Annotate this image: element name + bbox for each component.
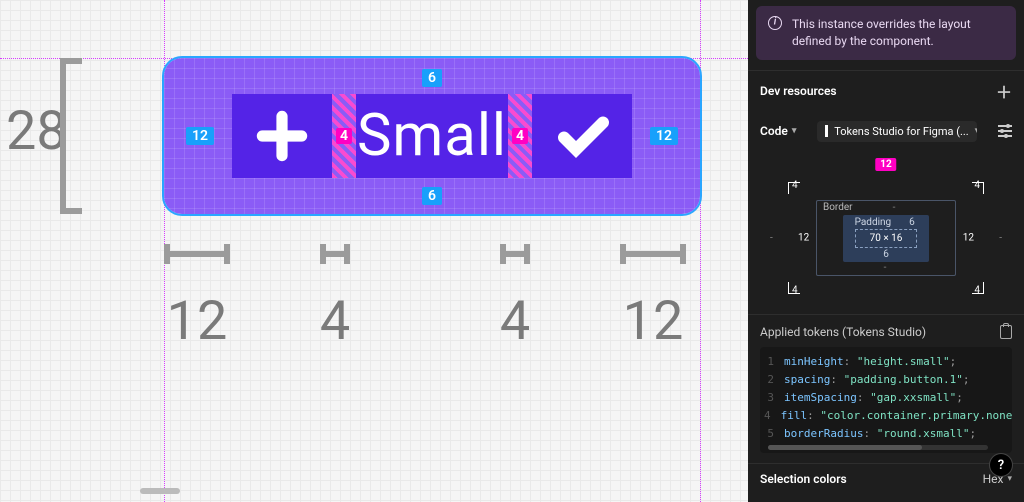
info-icon <box>768 16 782 30</box>
padding-left-badge: 12 <box>186 127 214 145</box>
chevron-down-icon: ▾ <box>1007 474 1012 484</box>
canvas-horizontal-scrollbar[interactable] <box>140 488 180 494</box>
width-label-2: 4 <box>320 290 350 353</box>
box-model-outer-right-dash: - <box>999 232 1002 243</box>
design-canvas[interactable]: 28 6 6 12 12 4 Small 4 <box>0 0 748 502</box>
box-model-padding-bottom: 6 <box>883 249 889 260</box>
override-notice: This instance overrides the layout defin… <box>756 6 1016 60</box>
chevron-down-icon: ▾ <box>975 126 978 136</box>
help-button[interactable]: ? <box>990 454 1012 476</box>
applied-tokens-code[interactable]: 1minHeight: "height.small"; 2spacing: "p… <box>760 347 1012 453</box>
width-bracket-2 <box>320 244 350 264</box>
padding-top-badge: 6 <box>422 69 442 87</box>
code-source-dropdown[interactable]: Tokens Studio for Figma (... ▾ <box>817 121 977 142</box>
add-dev-resource-icon[interactable]: ＋ <box>996 79 1012 103</box>
chevron-down-icon: ▾ <box>792 126 797 136</box>
selection-colors-label: Selection colors <box>760 472 847 486</box>
gap-spacer-2: 4 <box>508 94 532 178</box>
box-model-diagram: 12 4 4 4 4 12 12 - - Border <box>760 158 1012 298</box>
box-model-padding: Padding 6 70 × 16 6 <box>843 215 930 262</box>
tokens-studio-icon <box>825 125 828 137</box>
box-model-padding-label: Padding <box>855 217 892 228</box>
override-notice-text: This instance overrides the layout defin… <box>792 16 1004 50</box>
width-bracket-3 <box>500 244 530 264</box>
width-label-4: 12 <box>623 290 684 353</box>
corner-radius-bl: 4 <box>792 285 798 296</box>
padding-bottom-badge: 6 <box>422 187 442 205</box>
box-model-gap-above: 12 <box>875 158 896 171</box>
leading-icon-slot[interactable] <box>232 94 332 178</box>
corner-radius-tl: 4 <box>792 180 798 191</box>
inspector-panel: This instance overrides the layout defin… <box>748 0 1024 502</box>
width-bracket-4 <box>620 244 686 264</box>
gap-spacer-2-label: 4 <box>512 128 528 144</box>
code-horizontal-scrollbar[interactable] <box>768 445 988 450</box>
gap-spacer-1: 4 <box>332 94 356 178</box>
plus-icon <box>254 108 310 164</box>
button-label[interactable]: Small <box>356 94 508 178</box>
corner-radius-br: 4 <box>974 285 980 296</box>
box-model-padding-top: 6 <box>909 217 915 228</box>
width-label-1: 12 <box>167 290 228 353</box>
code-section-toggle[interactable]: Code ▾ <box>760 124 796 138</box>
box-model-content-dims: 70 × 16 <box>855 229 918 248</box>
dev-resources-header[interactable]: Dev resources ＋ <box>748 70 1024 111</box>
gap-spacer-1-label: 4 <box>336 128 352 144</box>
padding-right-badge: 12 <box>650 127 678 145</box>
width-bracket-1 <box>164 244 230 264</box>
box-model-border-top: - <box>893 202 898 213</box>
selection-guide-right <box>700 0 701 502</box>
width-label-3: 4 <box>500 290 530 353</box>
code-source-label: Tokens Studio for Figma (... <box>834 125 968 138</box>
code-settings-icon[interactable] <box>998 125 1012 137</box>
copy-tokens-icon[interactable] <box>1000 325 1012 339</box>
trailing-icon-slot[interactable] <box>532 94 632 178</box>
applied-tokens-label: Applied tokens (Tokens Studio) <box>760 325 926 339</box>
box-model-margin-left: 12 <box>798 232 809 243</box>
box-model-border-bottom: - <box>884 262 889 273</box>
selected-button-frame[interactable]: 6 6 12 12 4 Small 4 <box>164 58 700 214</box>
box-model-outer-left-dash: - <box>770 232 773 243</box>
height-dim-label: 28 <box>6 100 67 163</box>
check-icon <box>552 106 612 166</box>
button-autolayout-row: 4 Small 4 <box>232 94 632 178</box>
box-model-border-label: Border <box>823 202 853 213</box>
corner-radius-tr: 4 <box>974 180 980 191</box>
code-label-text: Code <box>760 124 788 138</box>
box-model-margin-right: 12 <box>963 232 974 243</box>
height-dim-bracket <box>60 58 82 214</box>
dev-resources-label: Dev resources <box>760 84 837 98</box>
